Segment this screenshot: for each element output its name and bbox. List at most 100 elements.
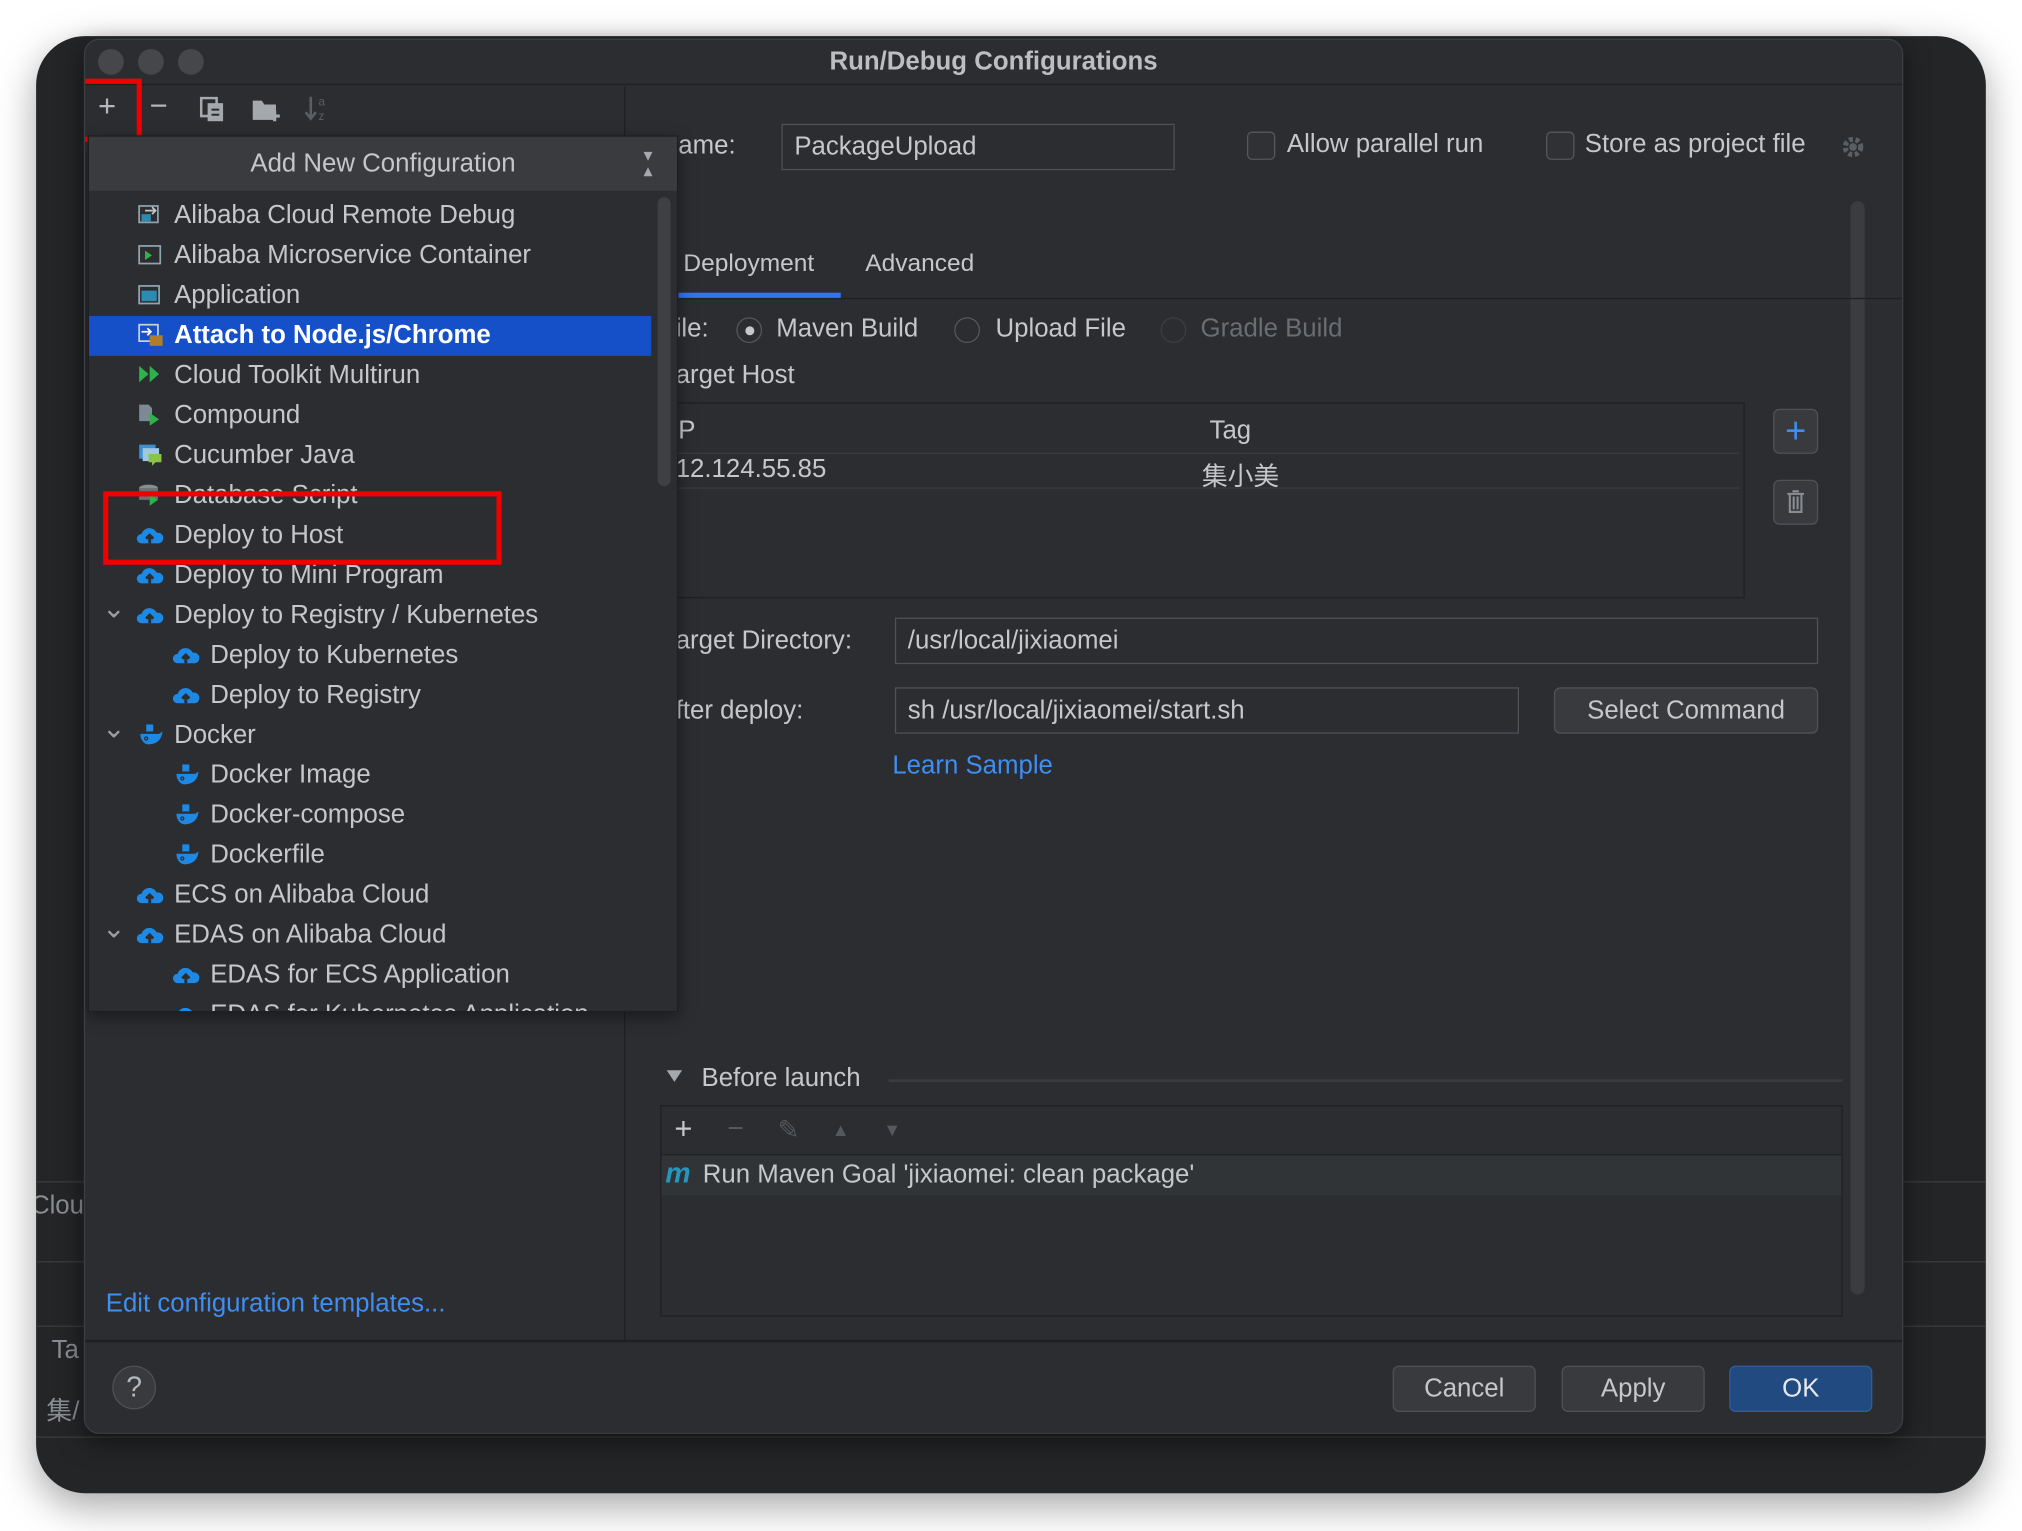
config-type-item[interactable]: Dockerfile — [89, 836, 651, 876]
popup-header: Add New Configuration — [88, 136, 677, 191]
host-ip-cell: 12.124.55.85 — [675, 455, 827, 484]
collapse-triangle-icon[interactable] — [666, 1070, 683, 1082]
config-type-item[interactable]: Docker-compose — [89, 796, 651, 836]
move-down-icon[interactable]: ▼ — [883, 1119, 901, 1140]
config-type-label: Application — [174, 281, 301, 310]
cloud-upload-icon — [172, 648, 200, 664]
add-new-configuration-popup: Add New Configuration ▾ ▴ Alibaba Cloud R… — [87, 135, 679, 1013]
table-row[interactable]: 12.124.55.85 集小美 — [675, 452, 1740, 492]
target-directory-input[interactable]: /usr/local/jixiaomei — [894, 617, 1819, 665]
config-type-item[interactable]: Docker Image — [89, 756, 651, 796]
config-type-label: EDAS for ECS Application — [210, 960, 510, 990]
cloud-upload-icon — [172, 967, 200, 984]
active-tab-indicator — [678, 292, 841, 298]
docker-icon — [176, 844, 199, 865]
config-type-item[interactable]: Attach to Node.js/Chrome — [88, 315, 652, 356]
config-type-item[interactable]: Deploy to Kubernetes — [89, 636, 651, 676]
config-type-item[interactable]: ⌄ EDAS on Alibaba Cloud — [89, 912, 651, 956]
chevron-down-icon[interactable]: ⌄ — [102, 708, 126, 748]
column-header-tag: Tag — [1209, 416, 1252, 445]
config-type-label: Deploy to Registry / Kubernetes — [174, 600, 539, 630]
chevron-down-icon[interactable]: ⌄ — [102, 588, 126, 628]
store-as-project-file-checkbox[interactable] — [1546, 131, 1575, 160]
delete-host-button[interactable] — [1773, 479, 1819, 525]
config-type-item[interactable]: ⌄ Deploy to Registry / Kubernetes — [89, 592, 651, 636]
after-deploy-label: fter deploy: — [675, 696, 804, 725]
config-type-item[interactable]: Alibaba Microservice Container — [89, 236, 651, 276]
config-type-label: ECS on Alibaba Cloud — [174, 880, 430, 910]
name-input[interactable]: PackageUpload — [781, 123, 1175, 171]
after-deploy-input[interactable]: sh /usr/local/jixiaomei/start.sh — [894, 687, 1520, 734]
cloud-upload-icon — [136, 568, 164, 584]
add-task-button[interactable]: + — [674, 1112, 692, 1148]
application-icon — [138, 285, 160, 305]
config-type-item[interactable]: EDAS for Kubernetes Application — [89, 995, 651, 1011]
target-host-label: arget Host — [675, 361, 795, 390]
config-type-label: Docker-compose — [210, 800, 406, 830]
new-folder-icon[interactable] — [251, 97, 282, 123]
config-type-item[interactable]: Compound — [89, 396, 651, 436]
upload-file-label: Upload File — [995, 314, 1126, 344]
config-type-item[interactable]: Cucumber Java — [89, 436, 651, 476]
upload-file-radio[interactable] — [954, 317, 981, 344]
apply-button[interactable]: Apply — [1561, 1365, 1705, 1413]
popup-scrollbar[interactable] — [657, 197, 671, 487]
config-type-item[interactable]: Deploy to Registry — [89, 676, 651, 716]
config-type-item[interactable]: ⌄ Docker — [89, 712, 651, 756]
add-host-button[interactable]: + — [1773, 408, 1819, 454]
docker-icon — [140, 724, 163, 745]
svg-text:z: z — [319, 110, 325, 123]
config-type-label: Deploy to Registry — [210, 680, 421, 710]
cucumber-icon — [139, 444, 162, 466]
config-type-label: Cucumber Java — [174, 441, 355, 470]
background-text: Ta — [51, 1335, 79, 1365]
edit-configuration-templates-link[interactable]: Edit configuration templates... — [106, 1290, 446, 1320]
config-type-item[interactable]: Application — [89, 276, 651, 316]
config-type-item[interactable]: Alibaba Cloud Remote Debug — [89, 196, 651, 236]
config-type-label: Deploy to Kubernetes — [210, 640, 459, 670]
config-type-label: Compound — [174, 401, 301, 430]
sort-icon[interactable]: az — [304, 94, 332, 123]
before-launch-label[interactable]: Before launch — [701, 1064, 860, 1094]
maven-icon: m — [665, 1156, 691, 1189]
docker-icon — [176, 804, 199, 825]
config-type-label: Dockerfile — [210, 840, 325, 870]
config-type-label: Attach to Node.js/Chrome — [174, 321, 491, 350]
form-scrollbar[interactable] — [1850, 201, 1865, 1295]
gear-icon[interactable] — [1840, 134, 1866, 160]
copy-icon[interactable] — [199, 96, 226, 123]
configuration-type-list: Alibaba Cloud Remote Debug Alibaba Micros… — [88, 191, 677, 1011]
host-tag-cell: 集小美 — [1201, 462, 1280, 492]
gradle-build-radio[interactable] — [1160, 317, 1187, 344]
chevron-down-icon[interactable]: ⌄ — [102, 908, 126, 948]
move-up-icon[interactable]: ▲ — [832, 1119, 850, 1140]
learn-sample-link[interactable]: Learn Sample — [892, 752, 1053, 782]
cloud-upload-icon — [136, 927, 164, 944]
list-item[interactable]: m Run Maven Goal 'jixiaomei: clean packa… — [661, 1155, 1842, 1196]
collapse-all-icon[interactable]: ▾ ▴ — [643, 146, 652, 180]
target-directory-label: arget Directory: — [675, 626, 852, 656]
multirun-icon — [139, 365, 160, 383]
docker-icon — [176, 764, 199, 785]
config-type-item[interactable]: Cloud Toolkit Multirun — [89, 356, 651, 396]
cancel-button[interactable]: Cancel — [1392, 1365, 1536, 1413]
maven-build-radio[interactable] — [736, 317, 763, 344]
select-command-button[interactable]: Select Command — [1553, 687, 1819, 734]
help-button[interactable]: ? — [112, 1365, 157, 1410]
column-header-ip: P — [678, 416, 696, 445]
remove-configuration-button[interactable]: − — [150, 89, 168, 125]
file-label: ile: — [675, 314, 709, 344]
container-icon — [138, 245, 162, 265]
allow-parallel-run-checkbox[interactable] — [1246, 131, 1276, 160]
tab-deployment[interactable]: Deployment — [683, 250, 814, 278]
config-type-item[interactable]: ECS on Alibaba Cloud — [89, 876, 651, 916]
config-type-item[interactable]: EDAS for ECS Application — [89, 956, 651, 996]
run-debug-configurations-dialog: Run/Debug Configurations + − az Edit con… — [83, 38, 1904, 1434]
svg-text:a: a — [319, 96, 326, 109]
background-text: 集/ — [46, 1397, 80, 1427]
edit-task-icon[interactable]: ✎ — [778, 1114, 800, 1146]
tab-advanced[interactable]: Advanced — [865, 250, 974, 278]
remove-task-button[interactable]: − — [727, 1112, 744, 1146]
cloud-upload-icon — [136, 608, 164, 624]
ok-button[interactable]: OK — [1729, 1365, 1873, 1413]
